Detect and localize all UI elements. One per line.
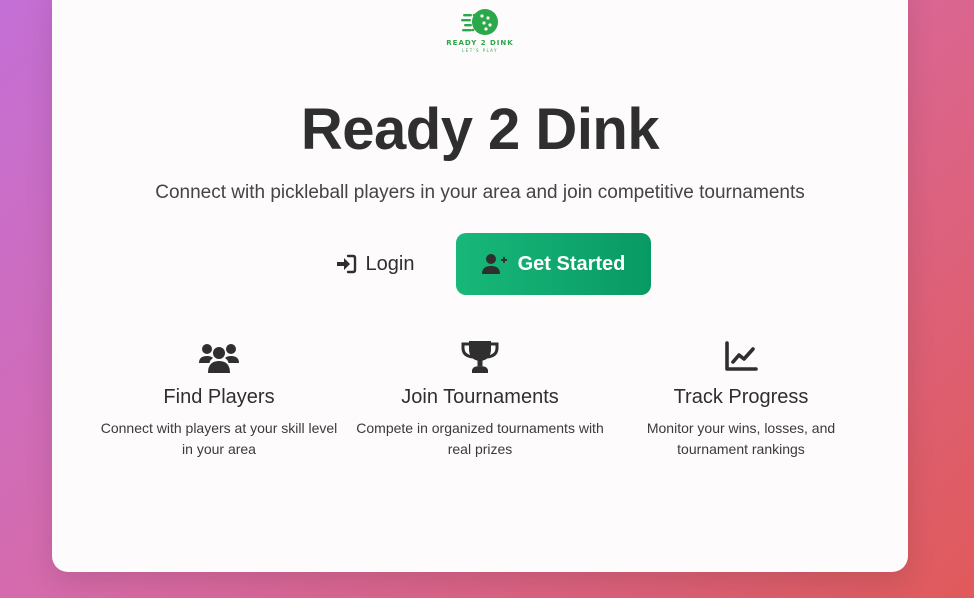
trophy-icon [461, 341, 499, 373]
feature-join-tournaments: Join Tournaments Compete in organized to… [356, 340, 604, 460]
feature-title: Track Progress [673, 386, 809, 408]
feature-description: Connect with players at your skill level… [100, 420, 338, 457]
get-started-button[interactable]: Get Started [456, 233, 651, 295]
feature-description: Monitor your wins, losses, and tournamen… [646, 420, 836, 457]
feature-title: Join Tournaments [401, 386, 559, 408]
logo-tagline: LET'S PLAY [462, 48, 498, 53]
feature-track-progress: Track Progress Monitor your wins, losses… [617, 340, 865, 460]
feature-find-players: Find Players Connect with players at you… [95, 340, 343, 460]
user-plus-icon [481, 254, 507, 274]
sign-in-icon [336, 254, 356, 274]
get-started-label: Get Started [517, 252, 626, 275]
page-title: Ready 2 Dink [300, 97, 660, 162]
feature-title: Find Players [163, 386, 275, 408]
main-card: READY 2 DINK LET'S PLAY Ready 2 Dink Con… [52, 0, 908, 572]
logo-ball-icon [461, 9, 498, 35]
login-label: Login [365, 252, 415, 275]
login-button[interactable]: Login [320, 233, 430, 295]
features-section: Find Players Connect with players at you… [94, 340, 874, 480]
logo: READY 2 DINK LET'S PLAY [52, 8, 908, 53]
users-icon [199, 344, 239, 373]
logo-name: READY 2 DINK [446, 39, 514, 47]
chart-line-icon [725, 341, 758, 371]
page-subtitle: Connect with pickleball players in your … [155, 182, 805, 203]
feature-description: Compete in organized tournaments with re… [356, 420, 604, 457]
